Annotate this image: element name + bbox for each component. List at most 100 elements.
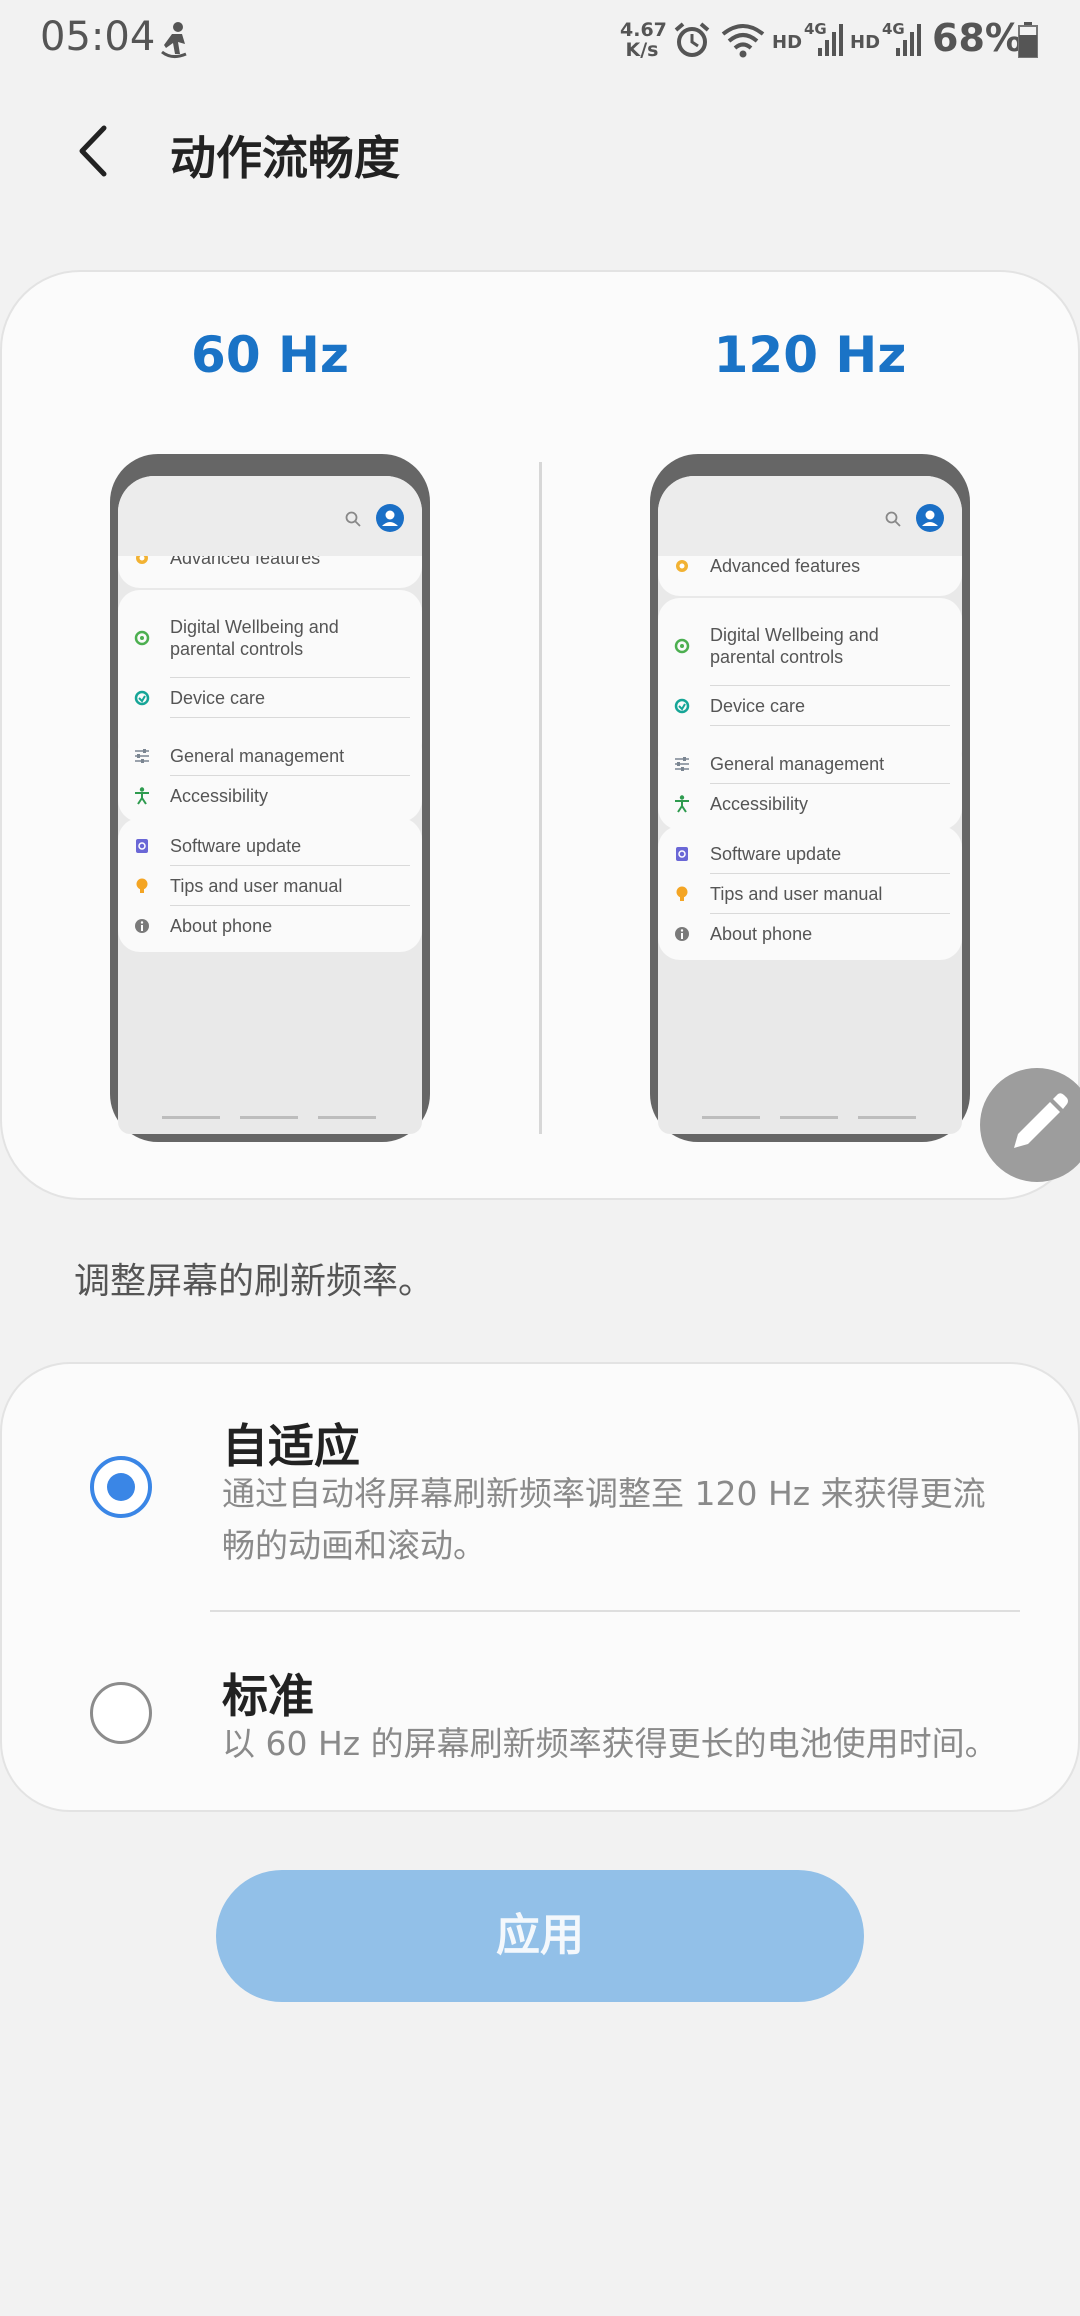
running-icon [161,22,187,59]
preview-settings-row: Advanced features [118,556,422,582]
preview-settings-label: Digital Wellbeing and parental controls [710,625,879,667]
preview-settings-label: General management [710,754,885,774]
apply-button[interactable]: 应用 [216,1870,864,2002]
preview-settings-list: Advanced features Digital Wellbeing and p… [118,556,422,1106]
preview-settings-row: General management [658,744,962,784]
preview-settings-row: Digital Wellbeing and parental controls [658,606,962,686]
phone-preview-120hz: Advanced features Digital Wellbeing and p… [650,454,970,1142]
option-standard-description: 以 60 Hz 的屏幕刷新频率获得更长的电池使用时间。 [222,1724,998,1763]
network-speed-value: 4.67 [620,19,667,41]
preview-screen: Advanced features Digital Wellbeing and p… [658,476,962,1134]
network-speed-unit: K/s [625,39,659,61]
network-type-label: 4G [882,20,905,38]
preview-settings-row: Software update [658,834,962,874]
gear-icon [136,556,148,564]
preview-settings-row: Software update [118,826,422,866]
preview-settings-label: Device care [170,688,266,708]
preview-settings-group: General management Accessibility [118,728,422,822]
preview-settings-row: Accessibility [658,784,962,824]
refresh-rate-description: 调整屏幕的刷新频率。 [74,1261,435,1302]
sliders-icon [135,749,149,763]
accessibility-icon [675,795,689,813]
preview-settings-label: Advanced features [710,556,861,576]
status-bar: 05:04 4.67 K/s HD 4G HD 4G 68% [0,0,1080,84]
hz-60-label: 60 Hz [191,326,349,384]
preview-settings-label: Tips and user manual [170,876,343,896]
preview-settings-label: About phone [710,924,813,944]
network-speed: 4.67 K/s [620,19,667,61]
wellbeing-icon [134,630,150,646]
hd-label: HD [772,32,802,53]
preview-settings-group: Software update Tips and user manual About… [658,826,962,960]
update-icon [136,839,148,853]
chevron-left-icon [79,125,107,177]
preview-settings-label: Digital Wellbeing and parental controls [170,617,339,659]
nav-bar-indicator [702,1116,760,1119]
search-icon [345,511,361,527]
hd-label: HD [850,32,880,53]
radio-adaptive[interactable] [90,1456,152,1518]
preview-screen: Advanced features Digital Wellbeing and p… [118,476,422,1134]
wifi-icon [721,24,765,58]
nav-bar-indicator [780,1116,838,1119]
preview-settings-label: Accessibility [710,794,809,814]
pencil-icon [1014,1093,1068,1148]
nav-bar-indicator [318,1116,376,1119]
accessibility-icon [135,787,149,805]
back-button[interactable] [58,116,128,186]
nav-bar-indicator [162,1116,220,1119]
battery-icon [1018,22,1038,58]
preview-divider [539,462,542,1134]
preview-settings-row: About phone [118,906,422,946]
preview-settings-row: Digital Wellbeing and parental controls [118,598,422,678]
preview-top-bar [118,476,422,556]
preview-settings-group: Advanced features [658,556,962,596]
device-care-icon [674,698,690,714]
preview-settings-row: Tips and user manual [658,874,962,914]
preview-settings-row: About phone [658,914,962,954]
radio-standard[interactable] [90,1682,152,1744]
sliders-icon [675,757,689,771]
alarm-icon [674,22,710,57]
avatar-icon [916,504,944,532]
device-care-icon [134,690,150,706]
battery-percent: 68% [932,16,1023,60]
page-title: 动作流畅度 [170,131,400,185]
preview-settings-row: Accessibility [118,776,422,816]
preview-settings-group: General management Accessibility [658,736,962,830]
bulb-icon [136,878,148,893]
preview-settings-row: Device care [118,678,422,718]
option-adaptive-title[interactable]: 自适应 [222,1410,360,1476]
preview-settings-group: Advanced features [118,556,422,588]
preview-settings-row: Tips and user manual [118,866,422,906]
hz-120-label: 120 Hz [713,326,907,384]
option-adaptive-description: 通过自动将屏幕刷新频率调整至 120 Hz 来获得更流畅的动画和滚动。 [222,1474,986,1565]
search-icon [885,511,901,527]
option-divider [210,1610,1020,1612]
radio-dot [107,1473,135,1501]
preview-settings-group: Software update Tips and user manual About… [118,818,422,952]
preview-settings-label: Advanced features [170,556,321,568]
status-time: 05:04 [40,14,156,60]
preview-settings-list: Advanced features Digital Wellbeing and p… [658,556,962,1106]
bulb-icon [676,886,688,901]
gear-icon [676,560,688,572]
preview-settings-label: About phone [170,916,273,936]
wellbeing-icon [674,638,690,654]
preview-settings-row: General management [118,736,422,776]
preview-settings-label: Software update [710,844,842,864]
nav-bar-indicator [240,1116,298,1119]
preview-top-bar [658,476,962,556]
phone-preview-60hz: Advanced features Digital Wellbeing and p… [110,454,430,1142]
edit-button[interactable] [980,1068,1080,1182]
info-icon [135,919,149,933]
preview-settings-row: Device care [658,686,962,726]
preview-settings-label: Device care [710,696,806,716]
option-standard-title[interactable]: 标准 [222,1660,314,1726]
preview-settings-label: Software update [170,836,302,856]
nav-bar-indicator [858,1116,916,1119]
preview-settings-label: Tips and user manual [710,884,883,904]
info-icon [675,927,689,941]
preview-settings-row: Advanced features [658,556,962,590]
preview-settings-label: Accessibility [170,786,269,806]
